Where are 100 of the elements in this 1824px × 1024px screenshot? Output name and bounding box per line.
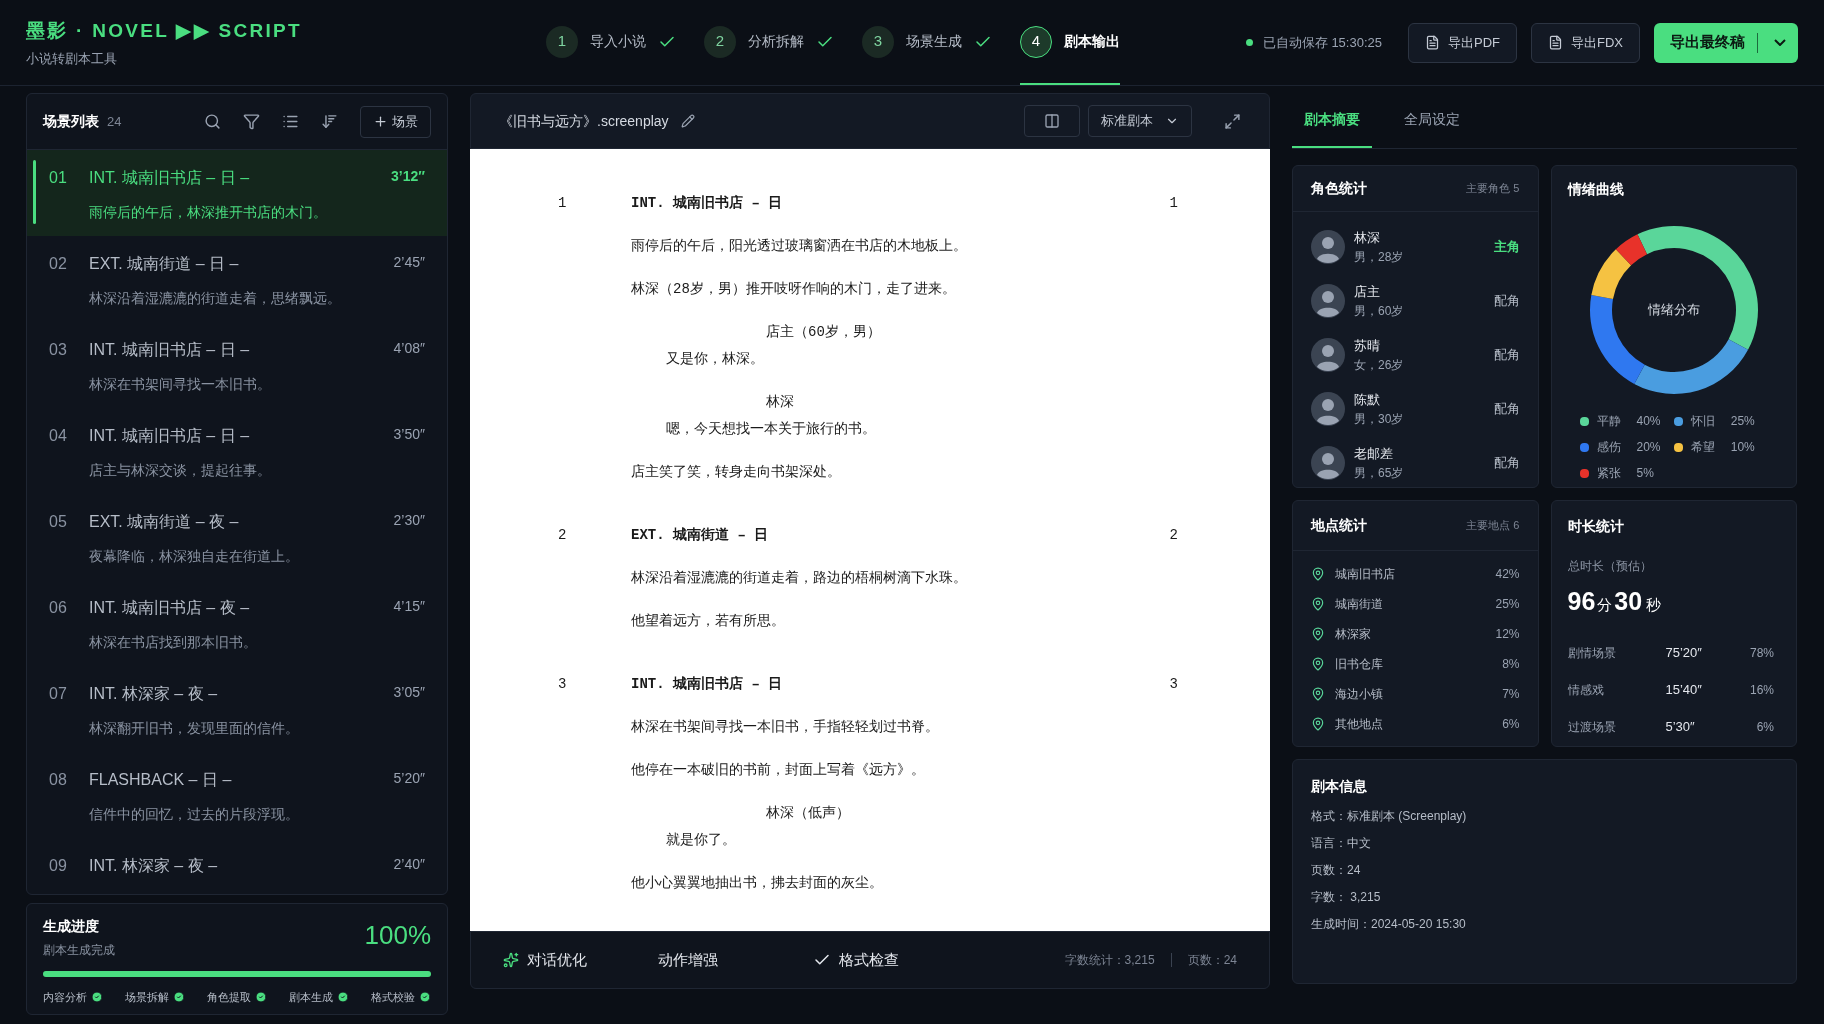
check-label: 格式校验 (371, 990, 415, 1005)
scene-number: 1 (1169, 194, 1178, 213)
character-name: 林深（低声） (766, 804, 851, 823)
scene-item[interactable]: 06 INT. 城南旧书店 – 夜 – 林深在书店找到那本旧书。 4’15″ (27, 580, 447, 666)
scene-heading: EXT. 城南街道 – 日 – (89, 254, 240, 274)
scene-item[interactable]: 07 INT. 林深家 – 夜 – 林深翻开旧书，发现里面的信件。 3’05″ (27, 666, 447, 752)
duration-percent: 6% (1756, 719, 1774, 736)
avatar-icon (1311, 338, 1345, 372)
scene-item[interactable]: 08 FLASHBACK – 日 – 信件中的回忆，过去的片段浮现。 5’20″ (27, 752, 447, 838)
location-name: 城南旧书店 (1335, 566, 1395, 583)
scene-duration: 3’05″ (393, 683, 425, 702)
step-tab[interactable]: 3 场景生成 (862, 0, 992, 85)
scene-duration: 3’50″ (393, 425, 425, 444)
scene-number: 2 (558, 526, 568, 545)
character-info: 男，28岁 (1354, 248, 1404, 266)
list-icon[interactable] (282, 113, 299, 130)
tool-button[interactable]: 格式检查 (813, 948, 968, 972)
summary-tab[interactable]: 全局设定 (1392, 93, 1472, 148)
step-tab[interactable]: 1 导入小说 (546, 0, 676, 85)
scene-number: 02 (49, 254, 68, 274)
split-view-button[interactable] (1024, 105, 1080, 137)
scene-heading: EXT. 城南街道 – 日 (631, 526, 769, 545)
step-tab[interactable]: 4 剧本输出 (1020, 0, 1120, 85)
scene-heading: INT. 城南旧书店 – 日 (631, 194, 783, 213)
location-percent: 7% (1502, 686, 1520, 703)
duration-label: 情感戏 (1567, 682, 1605, 699)
location-percent: 25% (1495, 596, 1520, 613)
legend-label: 紧张 (1596, 465, 1621, 482)
legend-label: 感伤 (1596, 439, 1621, 456)
scene-number: 2 (1169, 526, 1178, 545)
duration-label: 剧情场景 (1567, 645, 1617, 662)
character-name: 陈默 (1354, 391, 1381, 410)
location-percent: 42% (1495, 566, 1520, 583)
scene-item[interactable]: 05 EXT. 城南街道 – 夜 – 夜幕降临，林深独自走在街道上。 2’30″ (27, 494, 447, 580)
file-icon (1548, 35, 1563, 50)
app-logo: 墨影 · NOVEL ▶▶ SCRIPT (26, 18, 303, 43)
character-name: 林深 (1354, 229, 1381, 248)
scene-number: 04 (49, 426, 68, 446)
donut-label: 情绪分布 (1647, 301, 1700, 320)
role-label: 配角 (1493, 346, 1520, 365)
action-line: 他望着远方，若有所思。 (631, 612, 786, 631)
edit-icon[interactable] (680, 114, 695, 128)
progress-percent: 100% (364, 919, 431, 952)
legend-value: 40% (1636, 413, 1661, 430)
scene-item[interactable]: 03 INT. 城南旧书店 – 日 – 林深在书架间寻找一本旧书。 4’08″ (27, 322, 447, 408)
scene-item[interactable]: 09 INT. 林深家 – 夜 – 2’40″ (27, 838, 447, 894)
filter-icon[interactable] (243, 113, 260, 130)
action-line: 店主笑了笑，转身走向书架深处。 (631, 463, 842, 482)
duration-label: 过渡场景 (1567, 719, 1617, 736)
legend-value: 25% (1730, 413, 1755, 430)
location-percent: 8% (1502, 656, 1520, 673)
scene-item[interactable]: 01 INT. 城南旧书店 – 日 – 雨停后的午后，林深推开书店的木门。 3’12″ (27, 150, 447, 236)
scene-heading: FLASHBACK – 日 – (89, 770, 233, 790)
export-button[interactable]: 导出PDF (1408, 22, 1517, 63)
page-count: 页数：24 (1187, 952, 1237, 969)
character-info: 男，30岁 (1354, 410, 1404, 428)
sort-icon[interactable] (321, 113, 338, 130)
fullscreen-icon[interactable] (1224, 112, 1241, 130)
card-meta: 主要角色 5 (1466, 181, 1520, 197)
export-button[interactable]: 导出FDX (1531, 22, 1640, 63)
character-name: 店主 (1354, 283, 1381, 302)
scene-item[interactable]: 04 INT. 城南旧书店 – 日 – 店主与林深交谈，提起往事。 3’50″ (27, 408, 447, 494)
format-dropdown[interactable]: 标准剧本 (1088, 105, 1192, 137)
location-pin-icon (1311, 597, 1325, 611)
summary-tab[interactable]: 剧本摘要 (1292, 93, 1372, 148)
check-label: 剧本生成 (289, 990, 333, 1005)
tool-button[interactable]: 动作增强 (658, 948, 813, 972)
scene-heading: INT. 城南旧书店 – 日 – (89, 340, 251, 360)
legend-label: 怀旧 (1690, 413, 1715, 430)
step-tab[interactable]: 2 分析拆解 (704, 0, 834, 85)
info-line: 语言：中文 (1311, 835, 1372, 852)
scene-heading: EXT. 城南街道 – 夜 – (89, 512, 240, 532)
add-scene-button[interactable]: 场景 (360, 105, 431, 138)
location-pin-icon (1311, 627, 1325, 641)
search-icon[interactable] (204, 113, 221, 130)
card-meta: 主要地点 6 (1466, 518, 1520, 534)
action-line: 雨停后的午后，阳光透过玻璃窗洒在书店的木地板上。 (631, 237, 968, 256)
chevron-icon (1774, 39, 1786, 46)
dialogue-line: 就是你了。 (666, 831, 737, 850)
export-final-button[interactable]: 导出最终稿 (1654, 22, 1798, 63)
scene-number: 08 (49, 770, 68, 790)
info-line: 格式：标准剧本 (Screenplay) (1311, 808, 1468, 825)
scene-summary: 夜幕降临，林深独自走在街道上。 (89, 547, 300, 566)
character-name: 林深 (766, 393, 795, 412)
card-title: 情绪曲线 (1567, 179, 1624, 199)
scene-heading: INT. 林深家 – 夜 – (89, 684, 219, 704)
scene-item[interactable]: 02 EXT. 城南街道 – 日 – 林深沿着湿漉漉的街道走着，思绪飘远。 2’45″ (27, 236, 447, 322)
location-pin-icon (1311, 567, 1325, 581)
scene-duration: 4’08″ (393, 339, 425, 358)
columns-icon (1044, 113, 1060, 129)
scene-summary: 林深翻开旧书，发现里面的信件。 (89, 719, 300, 738)
progress-subtitle: 剧本生成完成 (43, 942, 115, 959)
scene-summary: 雨停后的午后，林深推开书店的木门。 (89, 203, 328, 222)
duration-time: 5’30″ (1665, 718, 1696, 737)
dialogue-line: 又是你，林深。 (666, 350, 765, 369)
file-name: 《旧书与远方》.screenplay (499, 111, 669, 131)
location-name: 海边小镇 (1335, 686, 1383, 703)
total-minutes: 96 (1567, 586, 1596, 617)
tool-button[interactable]: 对话优化 (503, 948, 658, 972)
step-number: 2 (704, 25, 736, 58)
